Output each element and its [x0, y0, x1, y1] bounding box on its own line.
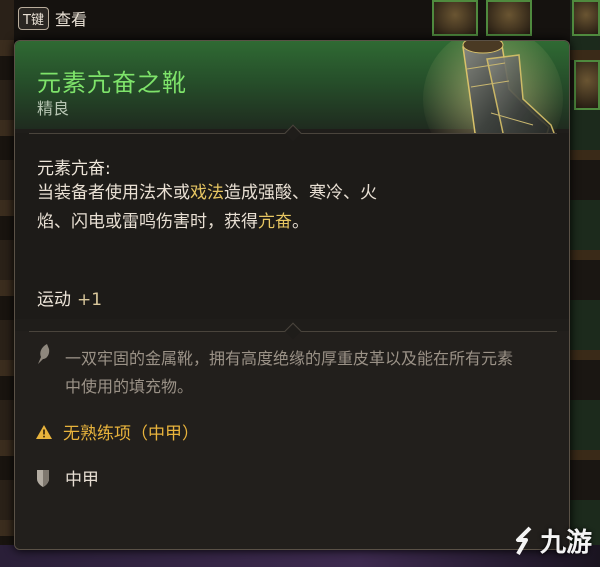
skill-bonus: 运动 +1	[37, 285, 102, 310]
quill-icon	[38, 344, 50, 364]
proficiency-warning: 无熟练项（中甲）	[35, 419, 199, 444]
skill-name: 运动	[37, 290, 71, 310]
passive-name: 元素亢奋:	[37, 159, 111, 179]
shield-icon	[37, 469, 49, 487]
inventory-slot[interactable]	[432, 0, 478, 36]
cantrip-keyword[interactable]: 戏法	[190, 183, 224, 203]
passive-description: 当装备者使用法术或戏法造成强酸、寒冷、火焰、闪电或雷鸣伤害时，获得亢奋。	[37, 179, 397, 237]
passive-text: 。	[292, 212, 309, 232]
warning-triangle-icon	[36, 424, 52, 439]
skill-value: +1	[77, 290, 103, 310]
inventory-slot[interactable]	[486, 0, 532, 36]
warning-text: 无熟练项（中甲）	[63, 424, 199, 444]
inventory-slot[interactable]	[574, 60, 600, 110]
brand-logo-icon	[515, 526, 532, 555]
keybind-badge[interactable]: T键	[18, 6, 49, 30]
watermark-text: 九游	[539, 528, 592, 558]
keybind-label: 查看	[54, 10, 87, 29]
site-watermark: 九游	[512, 522, 592, 559]
item-name: 元素亢奋之靴	[37, 69, 187, 97]
armor-type: 中甲	[65, 470, 99, 490]
condition-keyword[interactable]: 亢奋	[258, 212, 292, 232]
key-hint: T键 查看	[18, 6, 87, 30]
inventory-slot[interactable]	[572, 0, 600, 36]
passive-text: 当装备者使用法术或	[37, 183, 190, 203]
armor-type-row: 中甲	[35, 465, 99, 490]
left-inventory-strip	[0, 0, 14, 567]
item-tooltip: 元素亢奋之靴 精良 元素亢奋: 当装备者使用法术或戏法造成强酸、寒冷、火焰、闪电…	[14, 40, 570, 550]
item-rarity: 精良	[37, 99, 70, 118]
flavor-text: 一双牢固的金属靴，拥有高度绝缘的厚重皮革以及能在所有元素中使用的填充物。	[65, 349, 514, 396]
